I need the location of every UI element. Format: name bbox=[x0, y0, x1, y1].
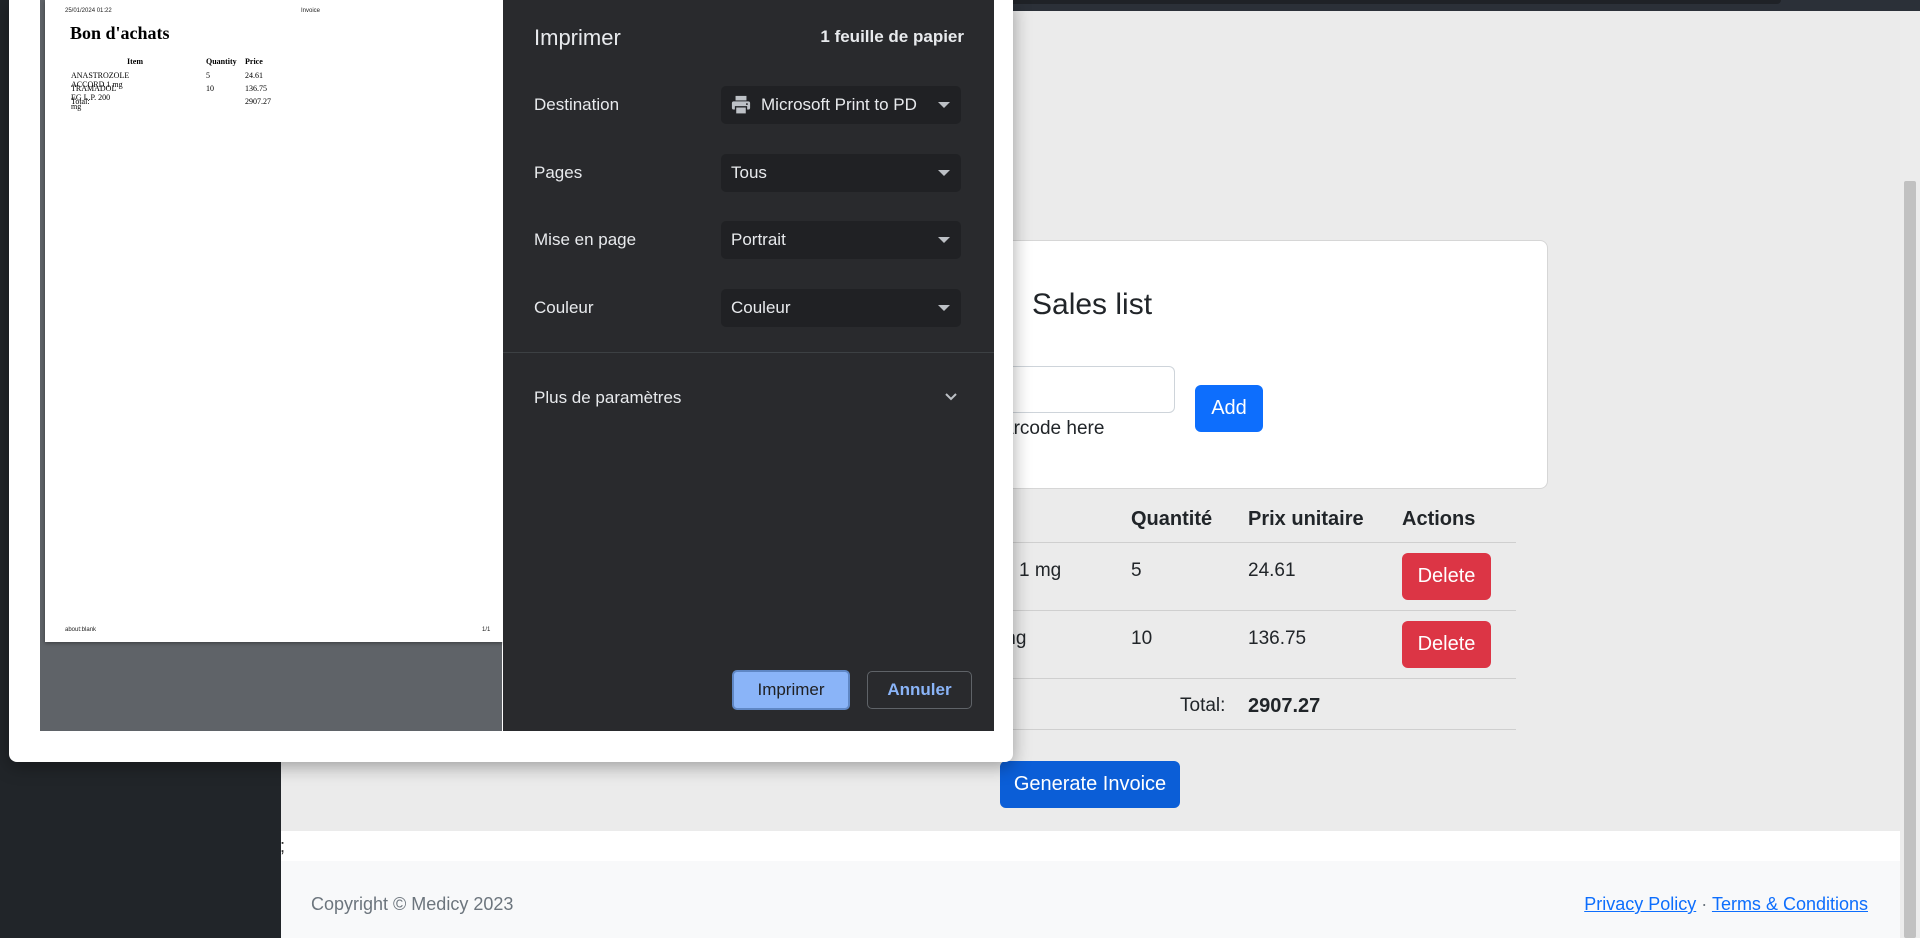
preview-total-label: Total: bbox=[71, 97, 90, 106]
column-header-actions: Actions bbox=[1402, 508, 1476, 530]
print-settings-panel: Imprimer 1 feuille de papier Destination… bbox=[503, 0, 994, 731]
column-header-unit-price: Prix unitaire bbox=[1248, 508, 1364, 530]
scrollbar-thumb[interactable] bbox=[1904, 181, 1916, 938]
print-dialog-title: Imprimer bbox=[534, 25, 621, 50]
unit-price-cell: 24.61 bbox=[1248, 560, 1296, 581]
terms-conditions-link[interactable]: Terms & Conditions bbox=[1712, 894, 1868, 914]
preview-col-quantity: Quantity bbox=[206, 57, 237, 66]
preview-page-number: 1/1 bbox=[482, 627, 491, 633]
caret-down-icon bbox=[938, 170, 950, 176]
caret-down-icon bbox=[938, 305, 950, 311]
color-label: Couleur bbox=[534, 298, 594, 317]
preview-title: Bon d'achats bbox=[70, 23, 170, 43]
barcode-hint: arcode here bbox=[1003, 418, 1105, 439]
preview-date: 25/01/2024 01:22 bbox=[65, 8, 112, 14]
destination-select[interactable]: Microsoft Print to PD bbox=[721, 86, 961, 124]
privacy-policy-link[interactable]: Privacy Policy bbox=[1584, 894, 1696, 914]
copyright-text: Copyright © Medicy 2023 bbox=[311, 894, 514, 914]
footer-links: Privacy Policy · Terms & Conditions bbox=[1584, 894, 1868, 915]
color-value: Couleur bbox=[731, 298, 791, 317]
table-bottom-divider bbox=[1000, 729, 1516, 730]
row-divider bbox=[1000, 610, 1516, 611]
print-button[interactable]: Imprimer bbox=[732, 670, 850, 710]
preview-price: 136.75 bbox=[245, 84, 267, 93]
layout-value: Portrait bbox=[731, 230, 786, 249]
pages-value: Tous bbox=[731, 163, 767, 182]
cancel-button[interactable]: Annuler bbox=[867, 671, 972, 709]
pages-select[interactable]: Tous bbox=[721, 154, 961, 192]
printer-icon bbox=[731, 95, 751, 115]
stray-text: ; bbox=[280, 836, 286, 856]
page-scrollbar[interactable] bbox=[1900, 11, 1920, 938]
caret-down-icon bbox=[938, 237, 950, 243]
sales-card bbox=[985, 240, 1548, 489]
preview-quantity: 10 bbox=[206, 84, 214, 93]
print-preview-page: 25/01/2024 01:22 Invoice Bon d'achats It… bbox=[45, 0, 503, 642]
barcode-input[interactable] bbox=[985, 366, 1175, 413]
preview-col-item: Item bbox=[127, 57, 143, 66]
content-bottom-strip bbox=[281, 831, 1900, 861]
layout-label: Mise en page bbox=[534, 230, 637, 249]
generate-invoice-button[interactable]: Generate Invoice bbox=[1000, 761, 1180, 808]
unit-price-cell: 136.75 bbox=[1248, 628, 1307, 649]
row-divider bbox=[1000, 678, 1516, 679]
print-dialog: 25/01/2024 01:22 Invoice Bon d'achats It… bbox=[9, 0, 1013, 762]
preview-price: 24.61 bbox=[245, 71, 263, 80]
color-select[interactable]: Couleur bbox=[721, 289, 961, 327]
settings-divider bbox=[503, 352, 994, 353]
pages-label: Pages bbox=[534, 163, 583, 182]
quantity-cell: 10 bbox=[1131, 628, 1153, 649]
column-header-quantity: Quantité bbox=[1131, 508, 1213, 530]
sheet-count: 1 feuille de papier bbox=[820, 27, 964, 46]
footer-separator: · bbox=[1701, 894, 1708, 914]
delete-button[interactable]: Delete bbox=[1402, 621, 1491, 668]
header-divider bbox=[1000, 542, 1516, 543]
sales-list-title: Sales list bbox=[1032, 288, 1153, 321]
preview-quantity: 5 bbox=[206, 71, 210, 80]
destination-value: Microsoft Print to PD bbox=[761, 95, 917, 114]
preview-footer-url: about:blank bbox=[65, 627, 97, 633]
destination-label: Destination bbox=[534, 95, 620, 114]
layout-select[interactable]: Portrait bbox=[721, 221, 961, 259]
total-label: Total: bbox=[1180, 695, 1226, 716]
preview-header-label: Invoice bbox=[301, 8, 321, 14]
quantity-cell: 5 bbox=[1131, 560, 1142, 581]
delete-button[interactable]: Delete bbox=[1402, 553, 1491, 600]
preview-total-value: 2907.27 bbox=[245, 97, 271, 106]
preview-col-price: Price bbox=[245, 57, 263, 66]
caret-down-icon bbox=[938, 102, 950, 108]
more-settings-toggle[interactable]: Plus de paramètres bbox=[534, 388, 681, 408]
total-value: 2907.27 bbox=[1248, 695, 1321, 717]
footer: Copyright © Medicy 2023 Privacy Policy ·… bbox=[281, 861, 1900, 938]
chevron-down-icon[interactable] bbox=[943, 389, 959, 405]
add-button[interactable]: Add bbox=[1195, 385, 1263, 432]
